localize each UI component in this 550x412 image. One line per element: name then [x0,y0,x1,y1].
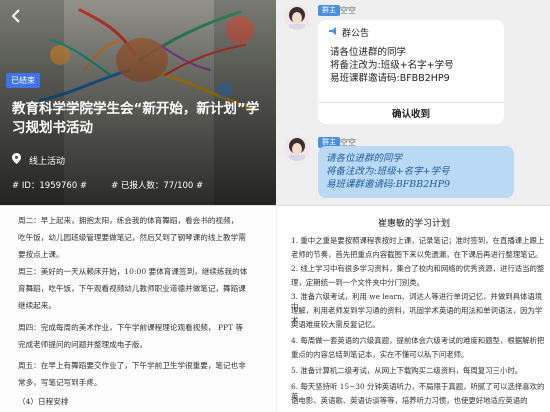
plan-title: 崔惠敏的学习计划 [377,219,450,229]
megaphone-icon [328,26,338,39]
group-notice-card[interactable]: 群公告 请各位进群的同学 将备注改为:班级+名字+学号 易班课群邀请码:BFBB… [318,20,504,124]
role-badge: 群主 [318,5,340,16]
notice-line: 将备注改为:班级+名字+学号 [330,60,454,71]
plan-line: 5. 准备计算机二级考试，从网上下载购买二级资料，每周复习三小时。 [291,366,523,375]
event-stats: # ID：1959760 # # 已报人数：77/100 # [12,179,203,191]
event-card[interactable]: 已结束 教育科学学院学生会“新开始，新计划”学习规划书活动 线上活动 # ID：… [0,0,276,205]
doc-line: 吃午饭，幼儿园班级管理要做笔记，然后又到了钢琴课的线上教学需 [18,233,246,242]
avatar[interactable] [284,4,310,30]
plan-line: 语电影、英语歌、英语访谈等等，培养听力习惯，也使更好地适应英语的 [291,396,528,405]
doc-line: （4）日程安排 [18,397,69,406]
doc-line: 周四：完成每周的美术作业，下午学前课程理论观看视频， PPT 等 [18,323,244,332]
location-text: 线上活动 [29,156,66,167]
plan-line: 1. 重中之重是要按照课程表按时上课，记录笔记；准时签到，在直播课上跟上 [291,236,545,245]
handwritten-line: 请各位进群的同学 [326,153,403,164]
event-id: # ID：1959760 # [12,181,88,191]
back-arrow-icon[interactable] [8,7,26,25]
doc-line: 完成老师提问的问题并整理成电子版。 [18,340,148,349]
status-badge: 已结束 [6,73,40,88]
location-pin-icon [12,153,21,167]
plan-line: 重点的内容总结到笔记本，实在不懂可以私下问老师。 [291,350,469,359]
event-location: 线上活动 [12,153,65,167]
enrolled-count: # 已报人数：77/100 # [111,181,204,191]
notice-body: 请各位进群的同学 将备注改为:班级+名字+学号 易班课群邀请码:BFBB2HP9 [330,46,454,85]
doc-line: 周三：美好的一天从赖床开始，10:00 要体育课签到，继续练我的体 [18,267,248,276]
doc-line: 周五：在早上有舞蹈要交作业了，下午学前卫生学很重要，笔记也非 [18,361,246,370]
study-plan-document: 崔惠敏的学习计划 1. 重中之重是要按照课程表按时上课，记录笔记；准时签到，在直… [276,205,550,412]
sender-name: 空空 [340,6,356,15]
weekly-schedule-document: 周二：早上起来，拥抱太阳，练会我的体育舞蹈，看会书的视频， 吃午饭，幼儿园班级管… [0,205,276,412]
plan-line: 2. 线上学习中有很多学习资料，集合了校内和网络的优秀资源，进行适当的整 [291,264,545,273]
doc-line: 常多，写笔记写到手疼。 [18,378,102,387]
plan-line: 老师的节奏，首先把重点内容截图下来以免遗漏，在下课后再进行整理笔记。 [291,250,543,259]
plan-line: 英语难度较大需反复记忆。 [291,320,380,329]
doc-line: 要按点上课。 [18,250,64,259]
doc-line: 继续起来。 [18,301,56,310]
plan-line: 4. 每周做一套英语的六级真题，提前体会六级考试的难度和题型，根据解析把 [291,336,545,345]
avatar[interactable] [284,135,310,161]
confirm-received-button[interactable]: 确认收到 [318,106,504,120]
group-chat: 群主 空空 群公告 请各位进群的同学 将备注改为:班级+名字+学号 易班课群邀请… [276,0,550,205]
doc-line: 周二：早上起来，拥抱太阳，练会我的体育舞蹈，看会书的视频， [18,216,239,225]
handwritten-line: 将备注改为:班级+名字+学号 [326,166,450,177]
notice-line: 易班课群邀请码:BFBB2HP9 [330,73,450,84]
plan-line: 理，定期统一到一个文件夹中分门别类。 [291,278,425,287]
notice-header: 群公告 [328,26,369,39]
doc-line: 育舞蹈，吃午饭，下午观看视频幼儿教师职业道德并做笔记，舞蹈课 [18,284,246,293]
notice-line: 请各位进群的同学 [330,47,407,58]
divider [318,102,504,103]
notice-header-label: 群公告 [342,29,370,39]
event-title: 教育科学学院学生会“新开始，新计划”学习规划书活动 [12,101,260,136]
handwritten-message-bubble[interactable]: 请各位进群的同学 将备注改为:班级+名字+学号 易班课群邀请码:BFBB2HP9 [318,146,514,198]
handwritten-line: 易班课群邀请码:BFBB2HP9 [326,179,451,190]
